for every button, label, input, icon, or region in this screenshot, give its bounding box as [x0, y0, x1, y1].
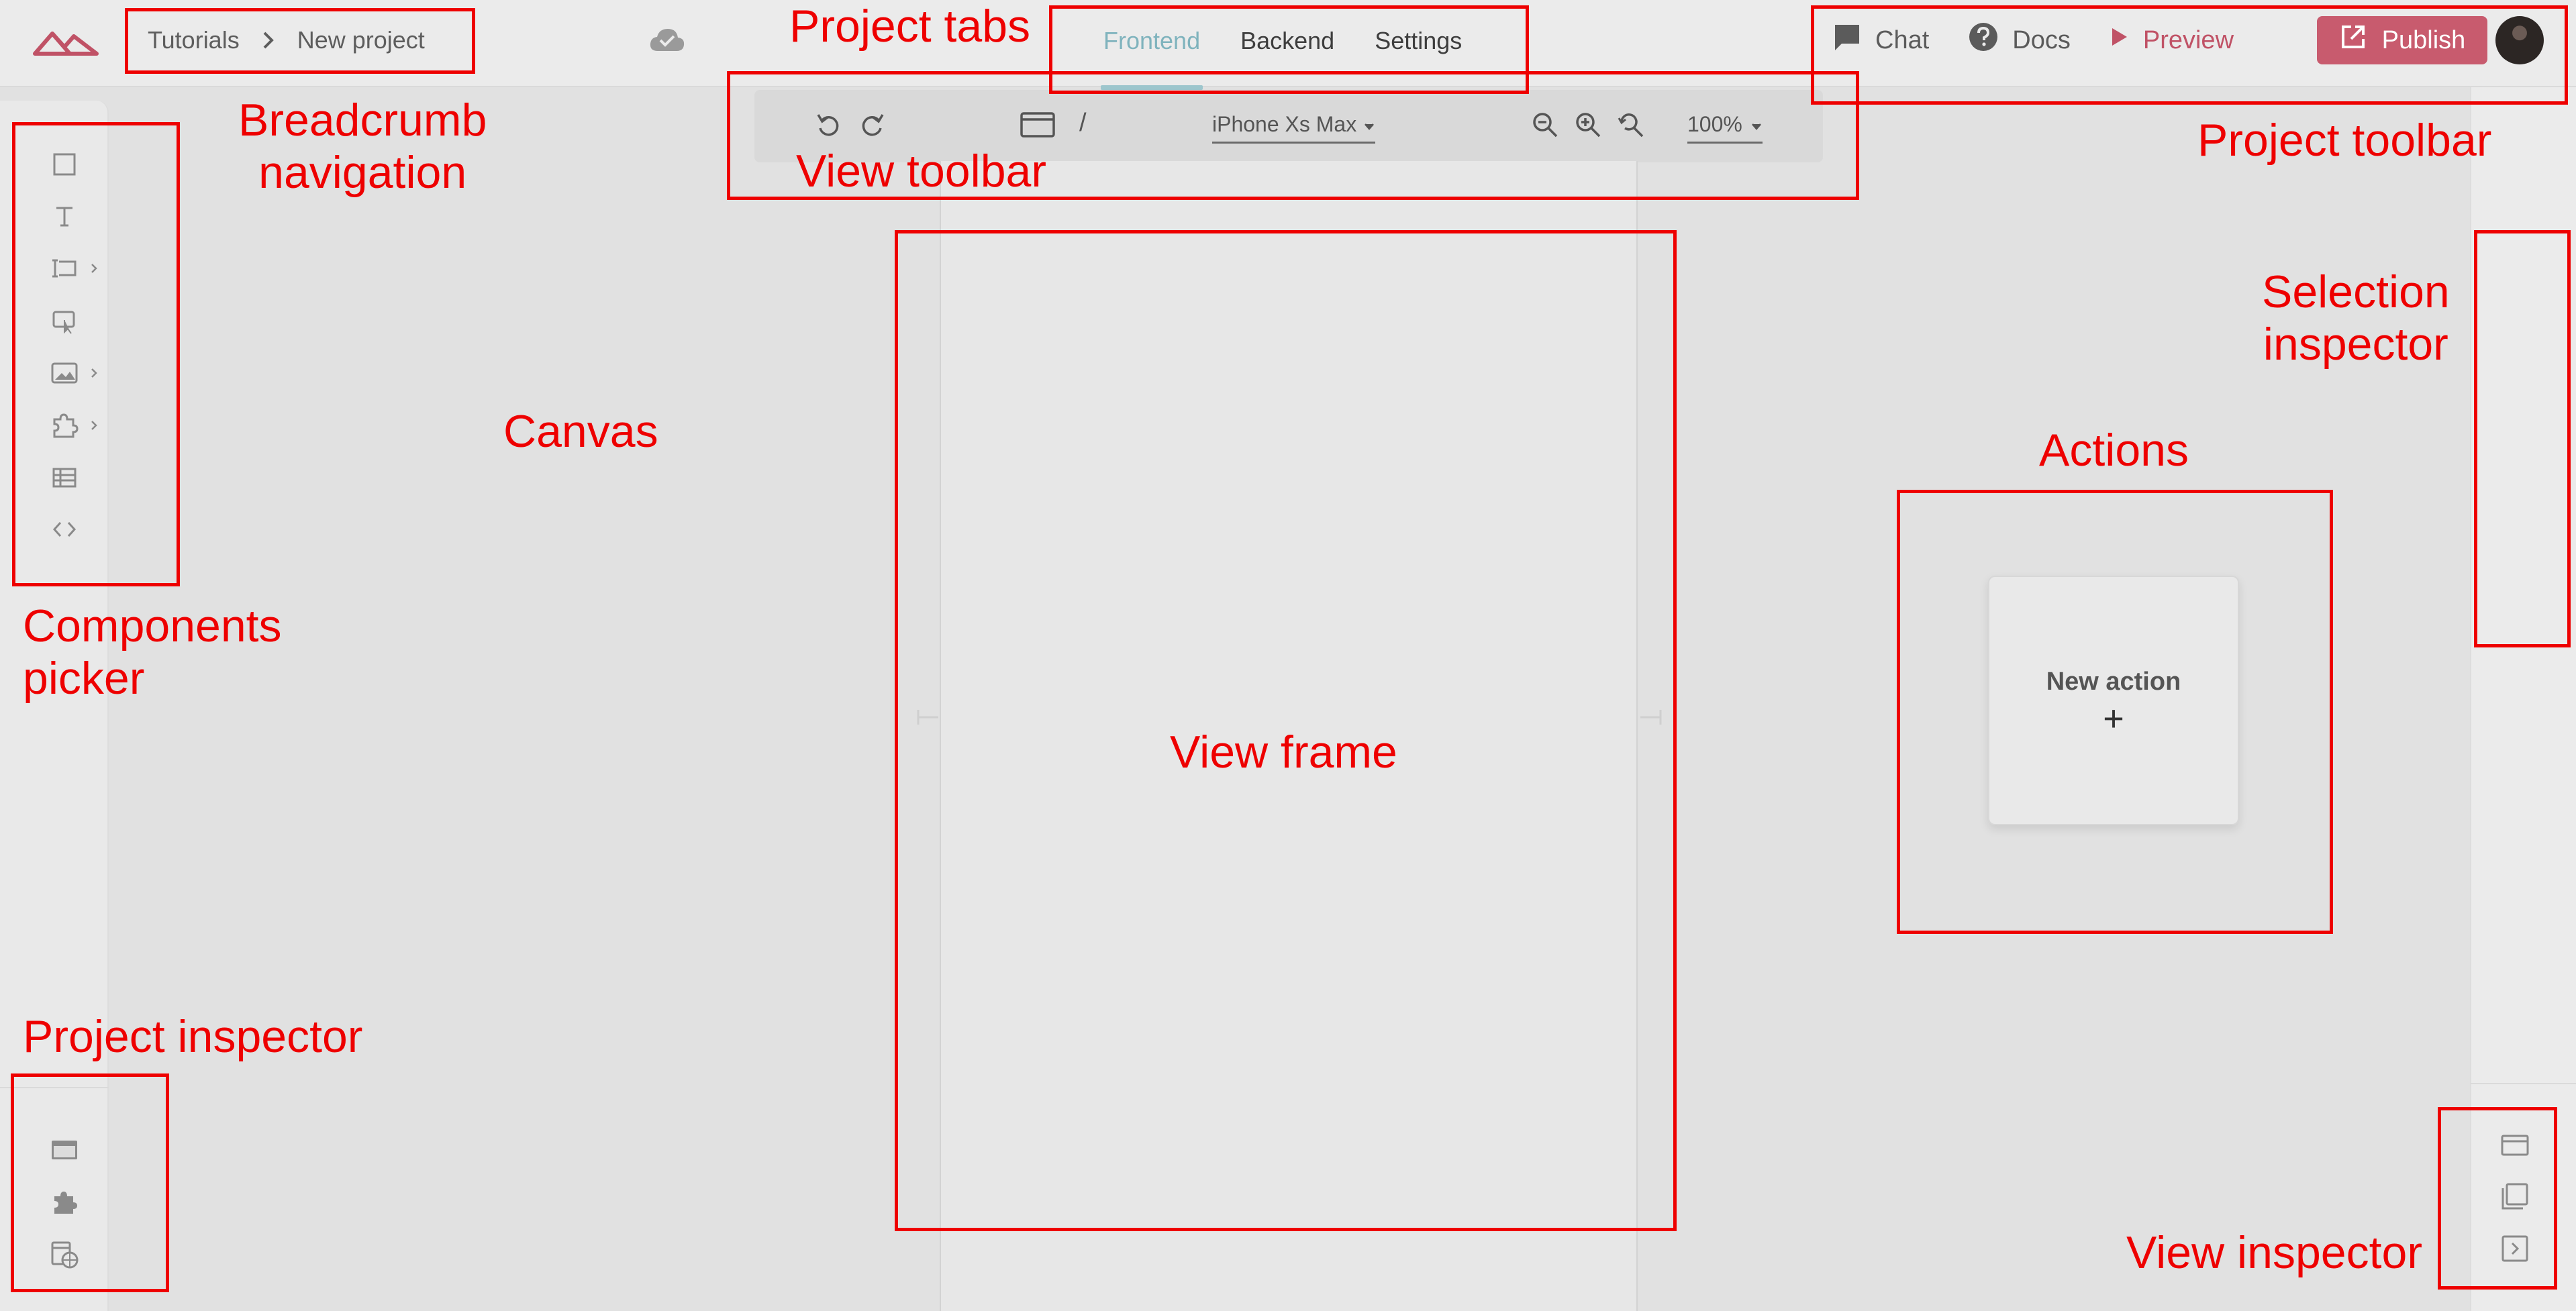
annotation-project-toolbar: Project toolbar [2197, 115, 2492, 166]
annotation-project-tabs: Project tabs [789, 1, 1031, 52]
annotation-canvas: Canvas [503, 406, 658, 457]
annotation-box-project-toolbar [1811, 5, 2568, 105]
annotation-actions: Actions [2039, 425, 2189, 476]
annotation-box-components-picker [12, 122, 180, 586]
annotation-box-project-inspector [11, 1073, 169, 1292]
annotation-components-picker: Components picker [23, 600, 282, 704]
annotation-box-actions [1897, 490, 2333, 934]
annotation-view-inspector: View inspector [2126, 1227, 2422, 1278]
right-sidebar-divider [2470, 1083, 2576, 1084]
annotation-view-toolbar: View toolbar [796, 146, 1046, 197]
annotation-box-view-inspector [2438, 1107, 2557, 1290]
annotation-box-selection-inspector [2474, 230, 2571, 647]
annotation-project-inspector: Project inspector [23, 1011, 363, 1062]
brand-logo-icon[interactable] [32, 25, 99, 59]
cloud-check-icon [648, 25, 686, 56]
annotation-view-frame: View frame [1170, 727, 1397, 778]
annotation-breadcrumb: Breadcrumb navigation [238, 95, 487, 198]
annotation-box-breadcrumb [125, 8, 475, 74]
annotation-selection-inspector: Selection inspector [2262, 266, 2450, 370]
